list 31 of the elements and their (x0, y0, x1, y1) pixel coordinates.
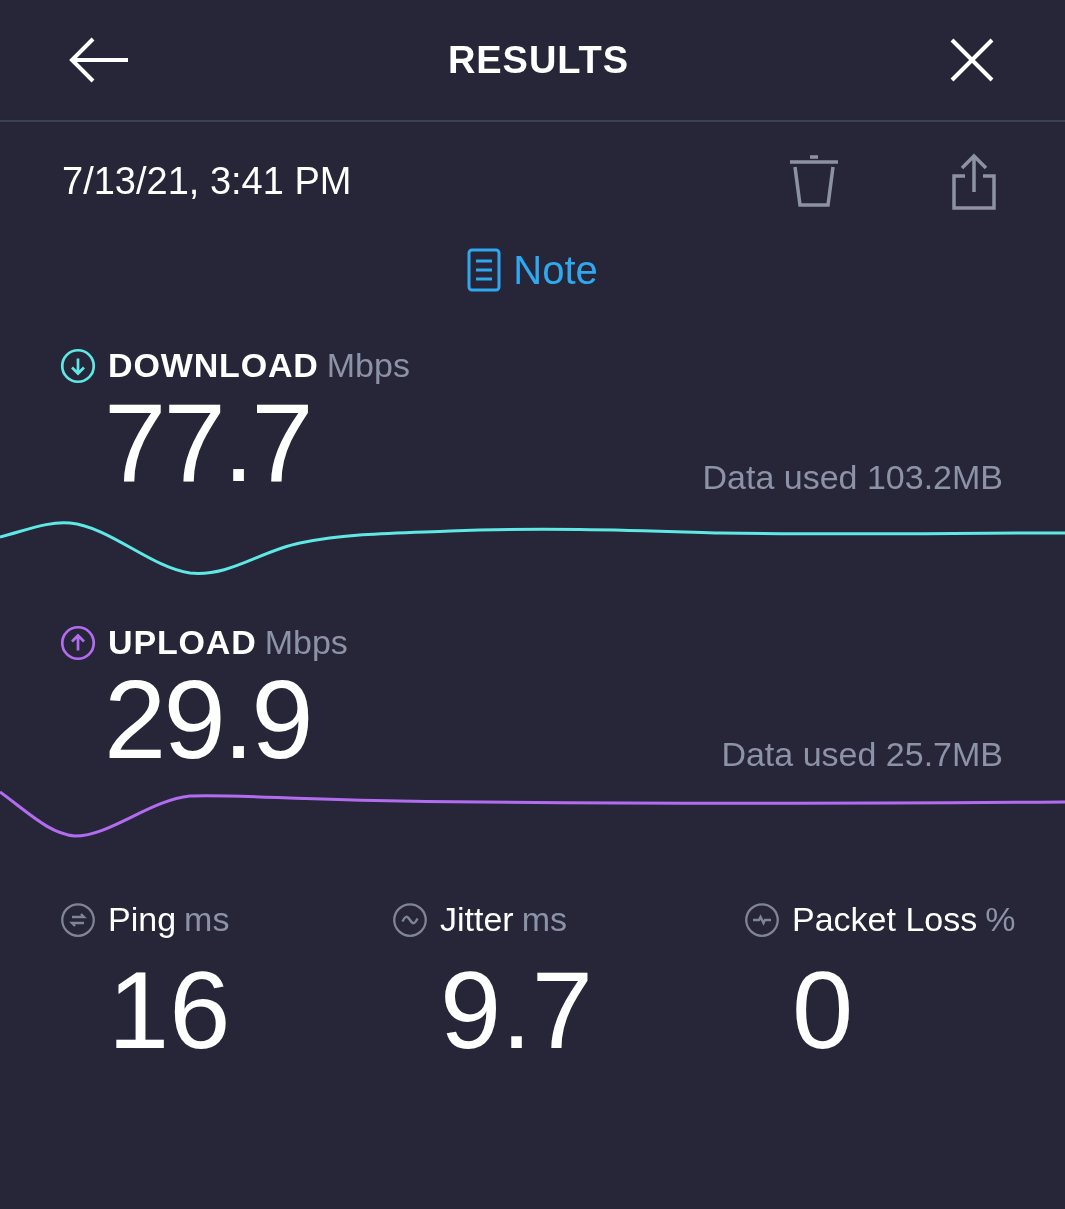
note-button[interactable]: Note (467, 240, 598, 300)
metric-value: 9.7 (439, 955, 594, 1065)
data-used-text: Data used 25.7MB (721, 734, 1003, 775)
close-icon (949, 37, 995, 83)
metric-label: Jitter (440, 899, 514, 940)
wave-circle-icon (392, 901, 428, 938)
trash-icon (787, 153, 841, 209)
share-icon (951, 152, 997, 210)
unit-label: ms (521, 899, 567, 940)
delete-button[interactable] (787, 153, 841, 209)
unit-label: ms (184, 899, 230, 940)
test-timestamp: 7/13/21, 3:41 PM (62, 158, 353, 204)
unit-label: Mbps (326, 345, 410, 386)
arrows-circle-icon (60, 901, 96, 938)
speed-value: 29.9 (104, 664, 311, 776)
metric-value: 16 (107, 955, 232, 1065)
test-label: DOWNLOAD (108, 345, 319, 386)
speed-value: 77.7 (104, 387, 311, 499)
data-used-text: Data used 103.2MB (702, 457, 1003, 498)
metric-label: Packet Loss (792, 899, 978, 940)
page-title: RESULTS (447, 37, 630, 83)
unit-label: % (985, 899, 1016, 940)
metric-label: Ping (108, 899, 177, 940)
note-icon (467, 248, 502, 292)
unit-label: Mbps (264, 622, 348, 663)
test-label: UPLOAD (108, 622, 257, 663)
metric-value: 0 (791, 955, 855, 1065)
back-arrow-icon (68, 37, 130, 83)
pulse-circle-icon (744, 901, 780, 938)
back-button[interactable] (68, 35, 130, 85)
share-button[interactable] (951, 152, 997, 210)
